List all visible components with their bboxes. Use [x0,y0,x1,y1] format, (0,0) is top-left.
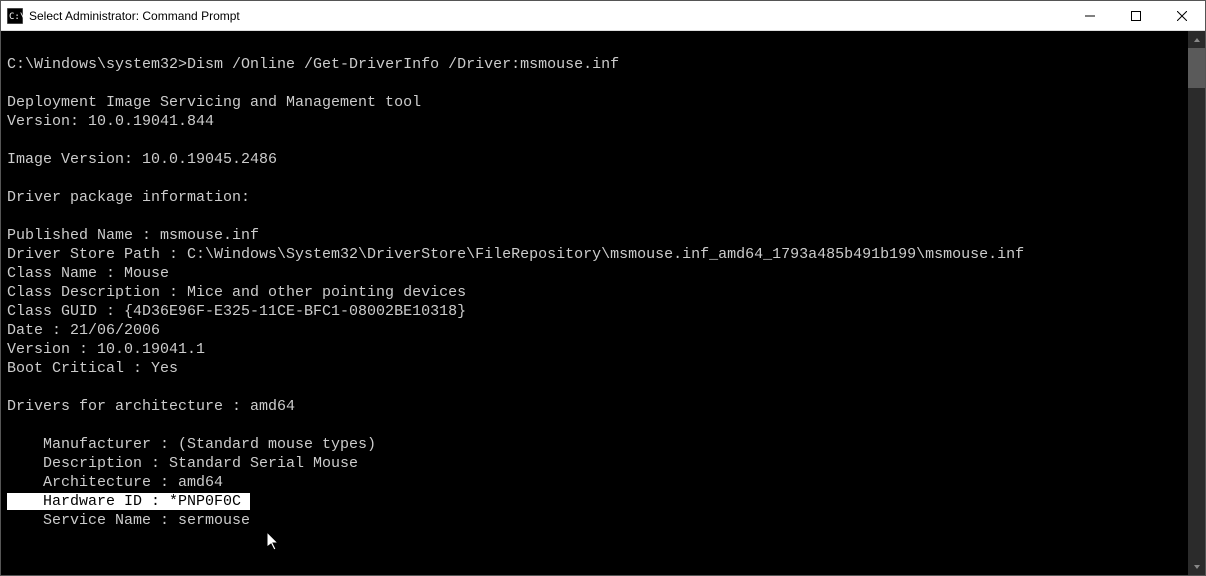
output-date: Date : 21/06/2006 [7,322,160,339]
output-architecture: Architecture : amd64 [7,474,223,491]
output-class-guid: Class GUID : {4D36E96F-E325-11CE-BFC1-08… [7,303,466,320]
output-hardware-id-selected: Hardware ID : *PNP0F0C [7,493,250,510]
output-service-name: Service Name : sermouse [7,512,250,529]
svg-text:C:\: C:\ [9,12,23,22]
terminal-content[interactable]: C:\Windows\system32>Dism /Online /Get-Dr… [1,31,1188,575]
output-tool-name: Deployment Image Servicing and Managemen… [7,94,421,111]
output-boot-critical: Boot Critical : Yes [7,360,178,377]
output-image-version: Image Version: 10.0.19045.2486 [7,151,277,168]
scrollbar-down-button[interactable] [1188,558,1205,575]
output-manufacturer: Manufacturer : (Standard mouse types) [7,436,376,453]
output-section-header: Driver package information: [7,189,250,206]
scrollbar-up-button[interactable] [1188,31,1205,48]
output-version: Version : 10.0.19041.1 [7,341,205,358]
output-description: Description : Standard Serial Mouse [7,455,358,472]
titlebar[interactable]: C:\ Select Administrator: Command Prompt [1,1,1205,31]
output-published-name: Published Name : msmouse.inf [7,227,259,244]
minimize-button[interactable] [1067,1,1113,30]
output-class-description: Class Description : Mice and other point… [7,284,466,301]
output-arch-header: Drivers for architecture : amd64 [7,398,295,415]
terminal-area[interactable]: C:\Windows\system32>Dism /Online /Get-Dr… [1,31,1205,575]
command-text: Dism /Online /Get-DriverInfo /Driver:msm… [187,56,619,73]
prompt: C:\Windows\system32> [7,56,187,73]
window-controls [1067,1,1205,30]
close-button[interactable] [1159,1,1205,30]
cmd-icon: C:\ [7,8,23,24]
output-driver-store-path: Driver Store Path : C:\Windows\System32\… [7,246,1024,263]
vertical-scrollbar[interactable] [1188,31,1205,575]
maximize-button[interactable] [1113,1,1159,30]
output-class-name: Class Name : Mouse [7,265,169,282]
command-line: C:\Windows\system32>Dism /Online /Get-Dr… [7,55,1182,74]
scrollbar-thumb[interactable] [1188,48,1205,88]
output-tool-version: Version: 10.0.19041.844 [7,113,214,130]
command-prompt-window: C:\ Select Administrator: Command Prompt… [0,0,1206,576]
window-title: Select Administrator: Command Prompt [29,9,1067,23]
